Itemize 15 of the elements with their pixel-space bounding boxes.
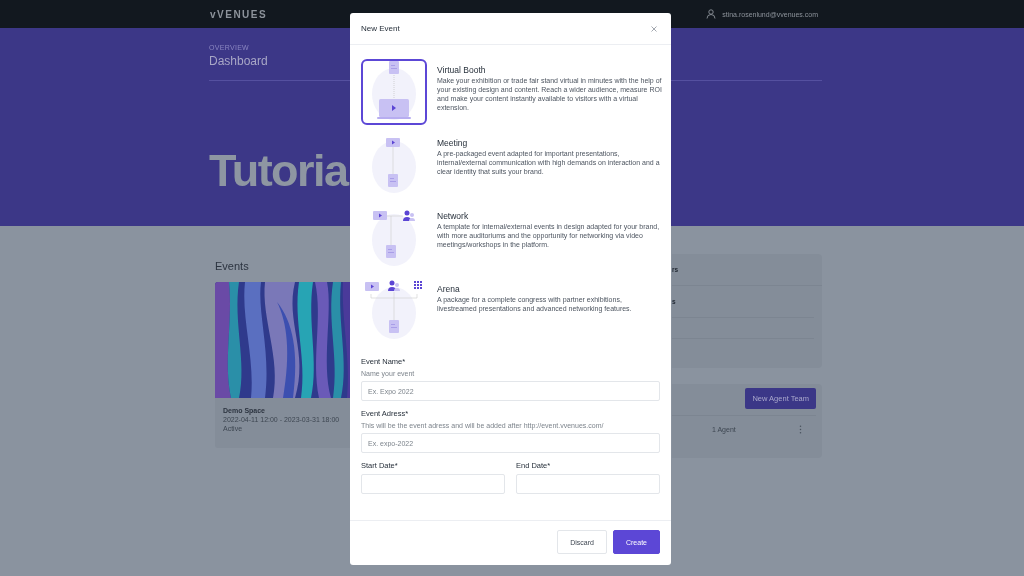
template-name: Virtual Booth: [437, 65, 487, 75]
logo[interactable]: vVENUES: [210, 8, 268, 20]
template-name: Arena: [437, 284, 461, 294]
page-title: Dashboard: [209, 54, 269, 68]
date-input[interactable]: [361, 474, 505, 494]
user-icon[interactable]: [706, 9, 717, 19]
dialog-title: New Event: [361, 24, 400, 33]
hero-heading: Tutoria: [209, 145, 348, 197]
arena-illustration-drawing: [363, 280, 425, 342]
events-heading: Events: [215, 260, 250, 272]
close-button[interactable]: [651, 25, 657, 32]
template-option[interactable]: [361, 59, 427, 125]
template-name: Network: [437, 211, 470, 221]
date-input[interactable]: [516, 474, 660, 494]
template-name: Meeting: [437, 138, 469, 148]
